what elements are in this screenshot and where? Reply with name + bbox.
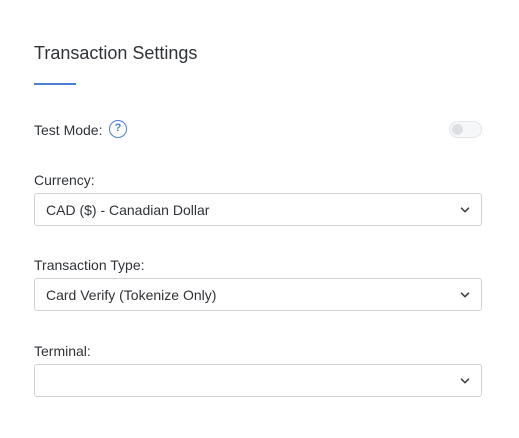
terminal-select[interactable] <box>34 364 482 397</box>
page-title: Transaction Settings <box>34 43 198 63</box>
transaction-type-select[interactable]: Card Verify (Tokenize Only) <box>34 278 482 311</box>
test-mode-label: Test Mode: <box>34 122 103 138</box>
chevron-down-icon <box>460 292 470 298</box>
chevron-down-icon <box>460 378 470 384</box>
currency-select[interactable]: CAD ($) - Canadian Dollar <box>34 193 482 226</box>
test-mode-toggle[interactable] <box>449 121 482 138</box>
help-icon[interactable]: ? <box>109 120 127 138</box>
currency-label: Currency: <box>34 172 95 188</box>
toggle-knob <box>452 124 463 135</box>
terminal-label: Terminal: <box>34 343 91 359</box>
chevron-down-icon <box>460 207 470 213</box>
test-mode-row: Test Mode: ? <box>34 119 482 141</box>
transaction-settings-panel: Transaction Settings Test Mode: ? Curren… <box>34 0 482 438</box>
title-underline <box>34 83 76 85</box>
transaction-type-label: Transaction Type: <box>34 257 145 273</box>
currency-select-value: CAD ($) - Canadian Dollar <box>46 202 210 218</box>
transaction-type-select-value: Card Verify (Tokenize Only) <box>46 287 217 303</box>
